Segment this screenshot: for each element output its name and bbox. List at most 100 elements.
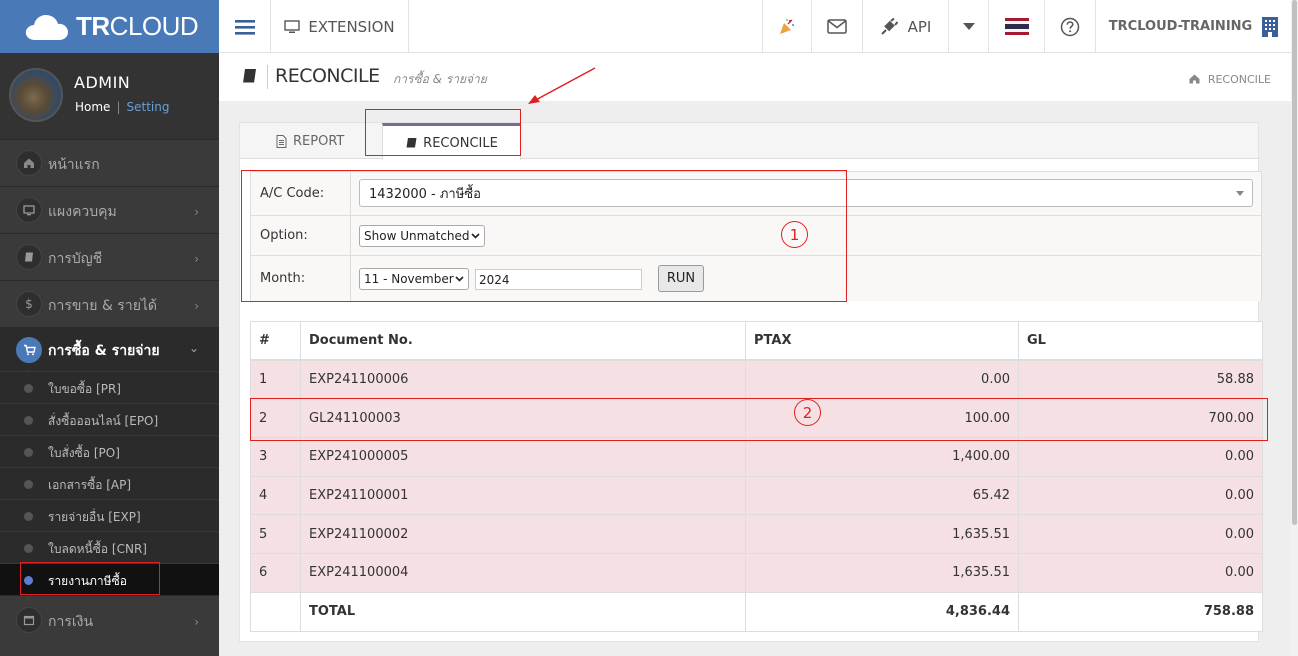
menu-toggle-button[interactable] xyxy=(219,0,271,53)
sidebar-subitem-label: เอกสารซื้อ [AP] xyxy=(48,478,132,492)
avatar[interactable] xyxy=(9,68,63,122)
sidebar-subitem-po[interactable]: ใบสั่งซื้อ [PO] xyxy=(0,435,219,467)
sidebar-item-home[interactable]: หน้าแรก xyxy=(0,139,219,186)
row-index: 6 xyxy=(250,553,301,593)
row-index: 2 xyxy=(250,398,301,439)
tab-report[interactable]: REPORT xyxy=(276,123,344,159)
party-button[interactable] xyxy=(762,0,812,53)
document-icon xyxy=(276,134,287,148)
document-no[interactable]: EXP241100002 xyxy=(300,514,746,555)
language-switch[interactable] xyxy=(989,0,1045,53)
page-title: RECONCILE xyxy=(275,65,380,87)
sidebar-item-purchases[interactable]: การซื้อ & รายจ่าย ⌄ xyxy=(0,327,219,371)
ac-code-select[interactable]: 1432000 - ภาษีซื้อ xyxy=(359,179,1253,207)
table-row[interactable]: 2 GL241100003 100.00 700.00 xyxy=(250,398,1263,439)
row-index: 5 xyxy=(250,514,301,555)
document-no[interactable]: EXP241100004 xyxy=(300,553,746,593)
year-input[interactable]: 2024 xyxy=(475,269,642,290)
gl-value: 0.00 xyxy=(1018,437,1263,477)
sidebar-item-sales[interactable]: $ การขาย & รายได้ › xyxy=(0,280,219,327)
sidebar-subitem-cnr[interactable]: ใบลดหนี้ซื้อ [CNR] xyxy=(0,531,219,563)
ptax-value: 100.00 xyxy=(745,398,1019,439)
home-icon[interactable] xyxy=(1189,74,1200,84)
dropdown-toggle[interactable] xyxy=(949,0,989,53)
document-no[interactable]: EXP241000005 xyxy=(300,437,746,477)
annotation-arrow xyxy=(528,67,596,104)
company-name: TRCLOUD-TRAINING xyxy=(1108,19,1253,34)
bullet-icon xyxy=(24,512,33,521)
brand-logo[interactable]: TR CLOUD xyxy=(0,0,219,53)
sidebar-subitem-label: สั่งซื้อออนไลน์ [EPO] xyxy=(48,414,159,428)
table-row[interactable]: 4 EXP241100001 65.42 0.00 xyxy=(250,475,1263,516)
caret-down-icon xyxy=(962,23,975,30)
scrollbar-thumb[interactable] xyxy=(1292,0,1297,525)
table-row[interactable]: 5 EXP241100002 1,635.51 0.00 xyxy=(250,514,1263,555)
bullet-icon xyxy=(24,544,33,553)
bullet-icon xyxy=(24,576,33,585)
year-value: 2024 xyxy=(479,272,510,287)
sidebar-item-dashboard[interactable]: แผงควบคุม › xyxy=(0,186,219,233)
breadcrumb: RECONCILE xyxy=(1189,73,1271,86)
company-menu[interactable]: TRCLOUD-TRAINING xyxy=(1096,0,1291,53)
table-row[interactable]: 6 EXP241100004 1,635.51 0.00 xyxy=(250,553,1263,593)
book-icon xyxy=(16,244,42,270)
total-blank xyxy=(250,591,301,632)
chevron-down-icon xyxy=(471,233,480,239)
document-no[interactable]: EXP241100006 xyxy=(300,359,746,400)
row-index: 1 xyxy=(250,359,301,400)
home-link[interactable]: Home xyxy=(75,100,110,114)
gl-value: 700.00 xyxy=(1018,398,1263,439)
bullet-icon xyxy=(24,384,33,393)
bullet-icon xyxy=(24,448,33,457)
month-value: 11 - November xyxy=(364,272,454,286)
user-name: ADMIN xyxy=(74,73,131,92)
document-no[interactable]: GL241100003 xyxy=(300,398,746,439)
reconcile-panel: REPORT RECONCILE A/C Code: 1432000 - ภาษ… xyxy=(239,122,1263,642)
home-icon xyxy=(16,150,42,176)
extension-menu[interactable]: EXTENSION xyxy=(271,0,409,53)
table-row[interactable]: 3 EXP241000005 1,400.00 0.00 xyxy=(250,437,1263,477)
tab-label: RECONCILE xyxy=(423,135,498,151)
sidebar-subitem-ap[interactable]: เอกสารซื้อ [AP] xyxy=(0,467,219,499)
sidebar-item-label: การขาย & รายได้ xyxy=(48,298,158,314)
col-header-ptax[interactable]: PTAX xyxy=(745,321,1019,362)
sidebar-subitem-epo[interactable]: สั่งซื้อออนไลน์ [EPO] xyxy=(0,403,219,435)
table-row[interactable]: 1 EXP241100006 0.00 58.88 xyxy=(250,359,1263,400)
mail-button[interactable] xyxy=(812,0,863,53)
run-button[interactable]: RUN xyxy=(658,265,704,292)
sidebar-subitem-label: รายจ่ายอื่น [EXP] xyxy=(48,510,141,524)
sidebar-item-finance[interactable]: การเงิน › xyxy=(0,595,219,656)
sidebar-subitem-label: ใบลดหนี้ซื้อ [CNR] xyxy=(48,542,147,556)
sidebar-subitem-label: ใบสั่งซื้อ [PO] xyxy=(48,446,120,460)
document-no[interactable]: EXP241100001 xyxy=(300,475,746,516)
setting-link[interactable]: Setting xyxy=(126,100,169,114)
sidebar-item-accounting[interactable]: การบัญชี › xyxy=(0,233,219,280)
gl-value: 0.00 xyxy=(1018,514,1263,555)
ptax-value: 0.00 xyxy=(745,359,1019,400)
sidebar: TR CLOUD ADMIN Home | Setting หน้าแรก แผงคว… xyxy=(0,0,219,656)
gl-value: 0.00 xyxy=(1018,475,1263,516)
cloud-icon xyxy=(25,14,68,40)
sidebar-subitem-exp[interactable]: รายจ่ายอื่น [EXP] xyxy=(0,499,219,531)
monitor-icon xyxy=(16,197,42,223)
sidebar-subitem-purchase-tax-report[interactable]: รายงานภาษีซื้อ xyxy=(0,563,219,595)
col-header-document[interactable]: Document No. xyxy=(300,321,746,362)
ac-code-value: 1432000 - ภาษีซื้อ xyxy=(369,186,481,202)
option-select[interactable]: Show Unmatched xyxy=(359,225,485,247)
help-button[interactable] xyxy=(1045,0,1096,53)
chevron-right-icon: › xyxy=(194,615,199,629)
ptax-value: 65.42 xyxy=(745,475,1019,516)
row-index: 4 xyxy=(250,475,301,516)
sidebar-subitem-pr[interactable]: ใบขอซื้อ [PR] xyxy=(0,371,219,403)
month-select[interactable]: 11 - November xyxy=(359,268,469,290)
filter-form: A/C Code: 1432000 - ภาษีซื้อ Option: Sho… xyxy=(250,171,1262,301)
tab-reconcile[interactable]: RECONCILE xyxy=(382,123,521,160)
col-header-gl[interactable]: GL xyxy=(1018,321,1263,362)
book-icon xyxy=(243,69,256,84)
caret-down-icon xyxy=(1236,191,1244,196)
api-label: API xyxy=(907,17,932,36)
total-gl: 758.88 xyxy=(1018,591,1263,632)
profile-links: Home | Setting xyxy=(75,100,169,114)
api-menu[interactable]: API xyxy=(863,0,949,53)
monitor-icon xyxy=(284,19,301,33)
